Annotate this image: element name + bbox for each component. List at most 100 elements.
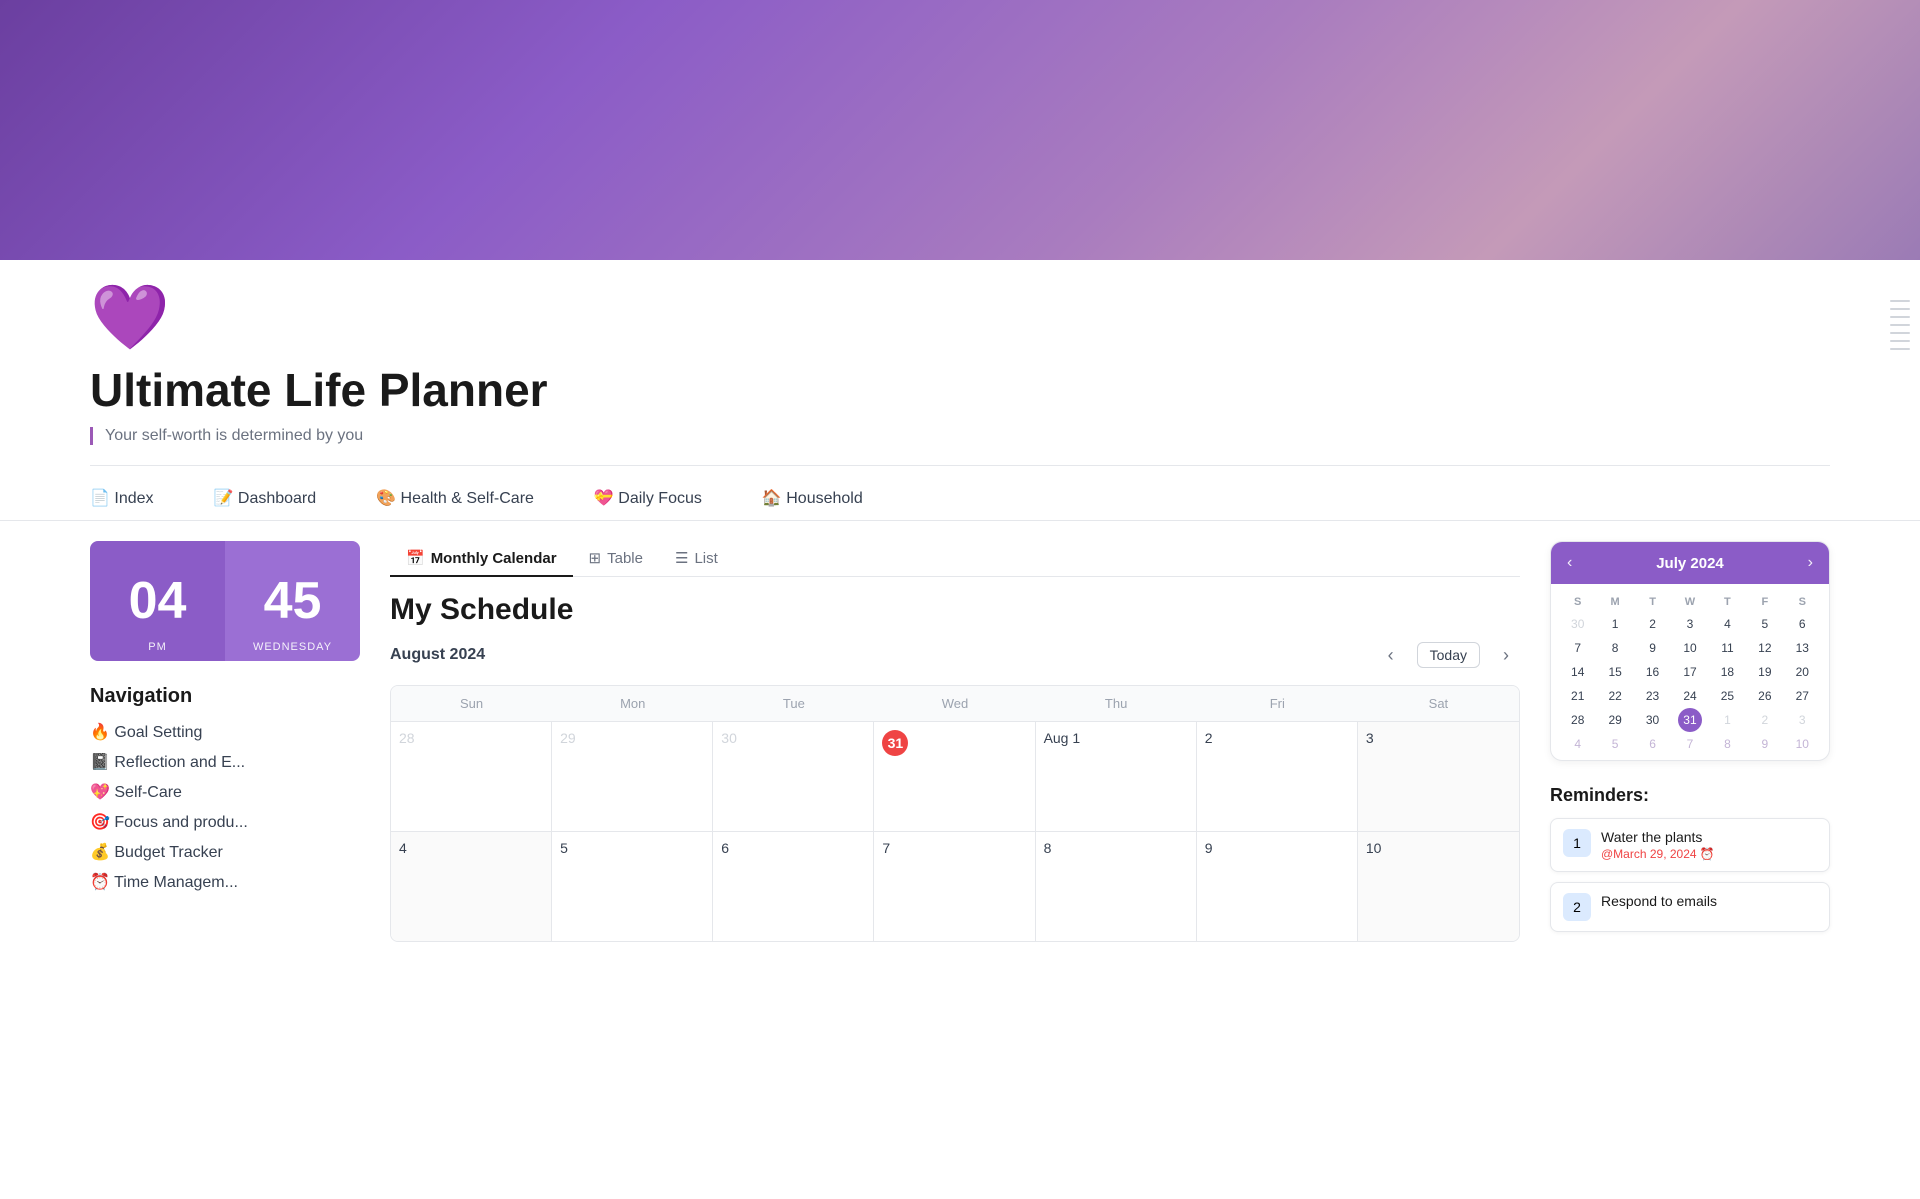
mini-day-2-next[interactable]: 2 xyxy=(1746,708,1783,732)
nav-self-care[interactable]: 💖 Self-Care xyxy=(90,782,360,802)
calendar-body: 28 29 30 31 Aug 1 2 3 xyxy=(391,721,1519,941)
mini-day-28[interactable]: 28 xyxy=(1559,708,1596,732)
mini-day-7[interactable]: 7 xyxy=(1559,636,1596,660)
mini-day-1[interactable]: 1 xyxy=(1596,612,1633,636)
mini-day-14[interactable]: 14 xyxy=(1559,660,1596,684)
mini-day-21[interactable]: 21 xyxy=(1559,684,1596,708)
mini-day-9-faded[interactable]: 9 xyxy=(1746,732,1783,756)
mini-day-6-faded[interactable]: 6 xyxy=(1634,732,1671,756)
main-content: 04 PM 45 WEDNESDAY Navigation 🔥 Goal Set… xyxy=(0,521,1920,962)
heart-emoji: 💜 xyxy=(90,280,1830,355)
mini-day-12[interactable]: 12 xyxy=(1746,636,1783,660)
mini-day-30-prev[interactable]: 30 xyxy=(1559,612,1596,636)
mini-day-11[interactable]: 11 xyxy=(1709,636,1746,660)
nav-section-title: Navigation xyxy=(90,685,360,708)
day-header-wed: Wed xyxy=(874,686,1035,721)
month-nav: August 2024 ‹ Today › xyxy=(390,641,1520,669)
cal-cell-8[interactable]: 8 xyxy=(1036,831,1197,941)
cal-date: 3 xyxy=(1366,730,1374,746)
page-subtitle: Your self-worth is determined by you xyxy=(90,427,1830,445)
today-button[interactable]: Today xyxy=(1417,642,1480,668)
nav-dashboard[interactable]: 📝 Dashboard xyxy=(214,488,317,508)
mini-day-2[interactable]: 2 xyxy=(1634,612,1671,636)
nav-household[interactable]: 🏠 Household xyxy=(762,488,863,508)
cal-cell-10[interactable]: 10 xyxy=(1358,831,1519,941)
mini-day-3-next[interactable]: 3 xyxy=(1784,708,1821,732)
mini-day-15[interactable]: 15 xyxy=(1596,660,1633,684)
tab-monthly-calendar[interactable]: 📅 Monthly Calendar xyxy=(390,541,573,577)
mini-day-6[interactable]: 6 xyxy=(1784,612,1821,636)
nav-budget[interactable]: 💰 Budget Tracker xyxy=(90,842,360,862)
cal-cell-5[interactable]: 5 xyxy=(552,831,713,941)
prev-month-arrow[interactable]: ‹ xyxy=(1377,641,1405,669)
mini-day-25[interactable]: 25 xyxy=(1709,684,1746,708)
day-header-tue: Tue xyxy=(713,686,874,721)
mini-day-9[interactable]: 9 xyxy=(1634,636,1671,660)
mini-cal-header: ‹ July 2024 › xyxy=(1551,542,1829,584)
mini-day-header-s2: S xyxy=(1784,592,1821,612)
cal-cell-4[interactable]: 4 xyxy=(391,831,552,941)
mini-day-27[interactable]: 27 xyxy=(1784,684,1821,708)
mini-day-24[interactable]: 24 xyxy=(1671,684,1708,708)
list-tab-label: List xyxy=(694,550,717,567)
mini-day-13[interactable]: 13 xyxy=(1784,636,1821,660)
cal-cell-aug1[interactable]: Aug 1 xyxy=(1036,721,1197,831)
nav-focus[interactable]: 🎯 Focus and produ... xyxy=(90,812,360,832)
cal-cell-6[interactable]: 6 xyxy=(713,831,874,941)
scrollbar-line xyxy=(1890,316,1910,318)
mini-day-30[interactable]: 30 xyxy=(1634,708,1671,732)
calendar-grid: Sun Mon Tue Wed Thu Fri Sat 28 29 30 xyxy=(390,685,1520,942)
mini-day-29[interactable]: 29 xyxy=(1596,708,1633,732)
cal-cell-31-today[interactable]: 31 xyxy=(874,721,1035,831)
mini-day-10-faded[interactable]: 10 xyxy=(1784,732,1821,756)
mini-day-10[interactable]: 10 xyxy=(1671,636,1708,660)
mini-day-5[interactable]: 5 xyxy=(1746,612,1783,636)
mini-day-18[interactable]: 18 xyxy=(1709,660,1746,684)
scrollbar-line xyxy=(1890,300,1910,302)
mini-day-17[interactable]: 17 xyxy=(1671,660,1708,684)
cal-cell-28[interactable]: 28 xyxy=(391,721,552,831)
day-header-sun: Sun xyxy=(391,686,552,721)
mini-day-19[interactable]: 19 xyxy=(1746,660,1783,684)
day-header-fri: Fri xyxy=(1197,686,1358,721)
mini-day-31-today[interactable]: 31 xyxy=(1678,708,1702,732)
mini-day-20[interactable]: 20 xyxy=(1784,660,1821,684)
cal-cell-7[interactable]: 7 xyxy=(874,831,1035,941)
mini-day-16[interactable]: 16 xyxy=(1634,660,1671,684)
mini-day-1-next[interactable]: 1 xyxy=(1709,708,1746,732)
nav-health[interactable]: 🎨 Health & Self-Care xyxy=(376,488,534,508)
tab-list[interactable]: ☰ List xyxy=(659,541,734,577)
month-nav-controls: ‹ Today › xyxy=(1377,641,1520,669)
mini-day-26[interactable]: 26 xyxy=(1746,684,1783,708)
cal-cell-9[interactable]: 9 xyxy=(1197,831,1358,941)
clock-day: WEDNESDAY xyxy=(253,641,332,653)
nav-reflection[interactable]: 📓 Reflection and E... xyxy=(90,752,360,772)
nav-index[interactable]: 📄 Index xyxy=(90,488,154,508)
day-header-thu: Thu xyxy=(1036,686,1197,721)
reminder-icon-1: 1 xyxy=(1563,829,1591,857)
mini-day-22[interactable]: 22 xyxy=(1596,684,1633,708)
mini-cal-prev[interactable]: ‹ xyxy=(1567,554,1572,572)
nav-daily-focus[interactable]: 💝 Daily Focus xyxy=(594,488,702,508)
cal-cell-30[interactable]: 30 xyxy=(713,721,874,831)
mini-day-5-faded[interactable]: 5 xyxy=(1596,732,1633,756)
nav-time[interactable]: ⏰ Time Managem... xyxy=(90,872,360,892)
mini-cal-next[interactable]: › xyxy=(1808,554,1813,572)
cal-cell-3[interactable]: 3 xyxy=(1358,721,1519,831)
mini-day-8[interactable]: 8 xyxy=(1596,636,1633,660)
tab-table[interactable]: ⊞ Table xyxy=(573,541,659,577)
mini-day-23[interactable]: 23 xyxy=(1634,684,1671,708)
cal-cell-29[interactable]: 29 xyxy=(552,721,713,831)
cal-cell-2[interactable]: 2 xyxy=(1197,721,1358,831)
reminder-text-2: Respond to emails xyxy=(1601,893,1817,909)
mini-day-4[interactable]: 4 xyxy=(1709,612,1746,636)
nav-goal-setting[interactable]: 🔥 Goal Setting xyxy=(90,722,360,742)
clock-hour-value: 04 xyxy=(129,571,187,631)
scrollbar-line xyxy=(1890,324,1910,326)
mini-day-8-faded[interactable]: 8 xyxy=(1709,732,1746,756)
scrollbar[interactable] xyxy=(1890,300,1910,350)
mini-day-3[interactable]: 3 xyxy=(1671,612,1708,636)
mini-day-7-faded[interactable]: 7 xyxy=(1671,732,1708,756)
mini-day-4-faded[interactable]: 4 xyxy=(1559,732,1596,756)
next-month-arrow[interactable]: › xyxy=(1492,641,1520,669)
